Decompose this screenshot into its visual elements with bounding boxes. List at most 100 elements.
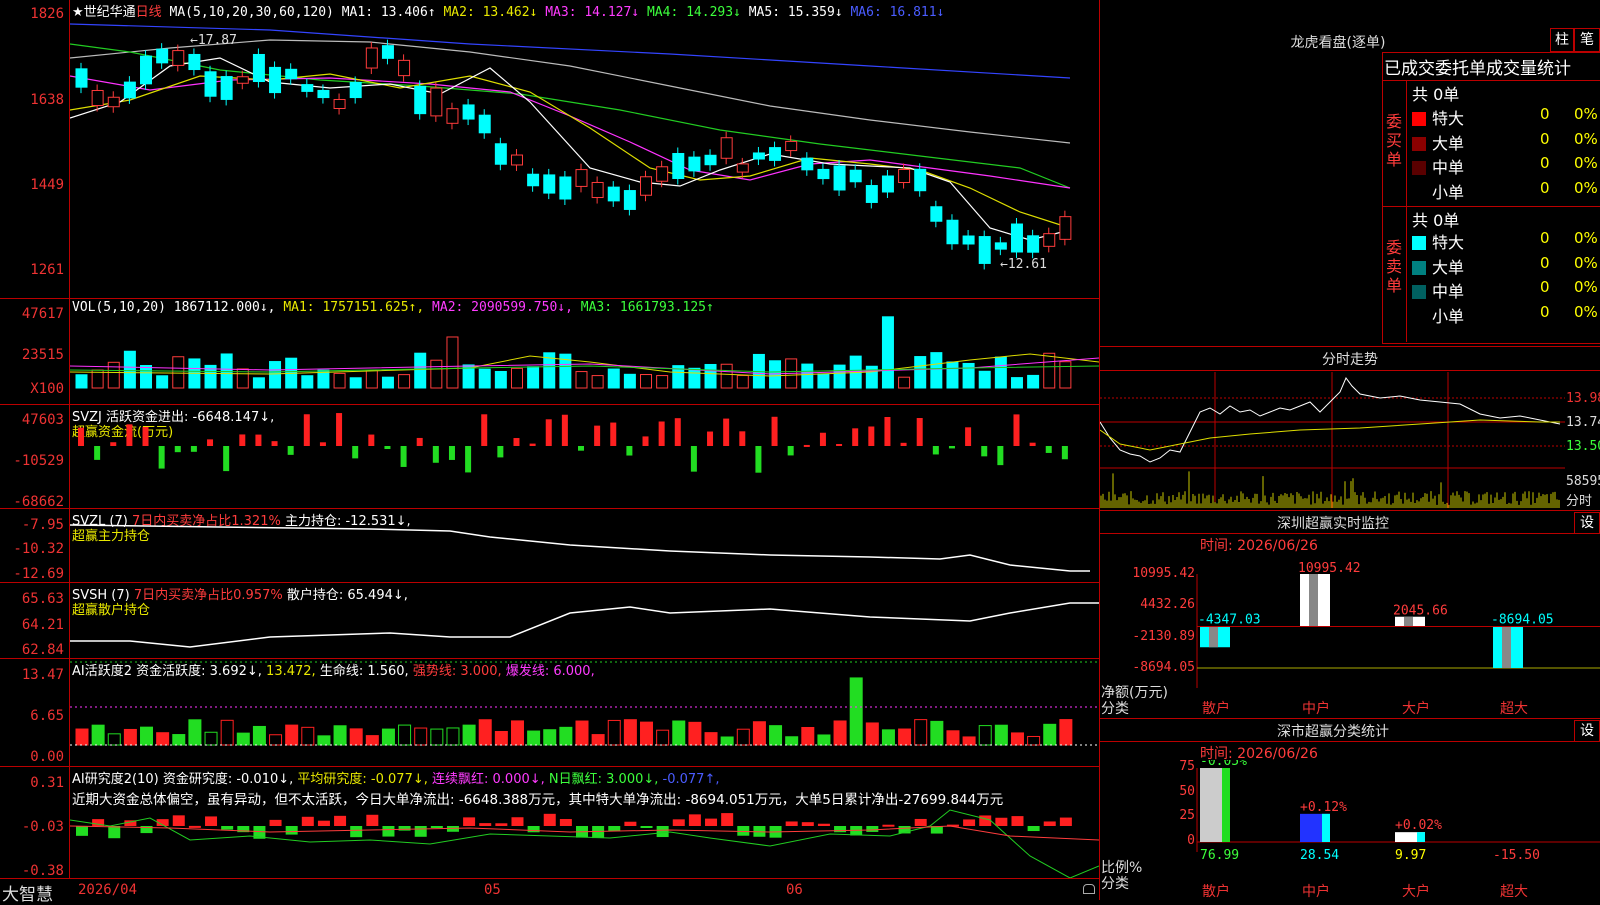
sell-color-swatch	[1412, 309, 1426, 324]
research-bar	[559, 819, 572, 826]
ai-active-bar	[365, 735, 379, 746]
ai-active-chart[interactable]	[70, 659, 1099, 766]
volume-bar	[414, 352, 427, 389]
flow-bar	[513, 438, 520, 446]
sz-class-settings-button[interactable]: 设	[1574, 720, 1600, 742]
flow-bar	[545, 419, 552, 446]
research-bar	[366, 814, 379, 826]
main-holding-line	[70, 524, 1090, 572]
ai-active-bar	[510, 720, 524, 746]
buy-row-pct: 0%	[1574, 154, 1598, 172]
flow-bar	[384, 446, 391, 450]
research-bar	[76, 826, 88, 836]
volume-bar	[398, 374, 411, 389]
research-bar	[1043, 821, 1056, 826]
bar-mode-button[interactable]: 柱	[1550, 28, 1574, 52]
dragon-tiger-title: 龙虎看盘(逐单)	[1290, 35, 1386, 51]
volume-bar	[365, 369, 378, 389]
flow-bar	[852, 428, 859, 446]
candlestick-chart[interactable]: ←17.87 ←12.61	[70, 18, 1099, 296]
ai-active-bar	[994, 724, 1008, 746]
ai-research-axis-label: -0.38	[21, 863, 64, 879]
svzl-axis-label: -7.95	[21, 517, 64, 533]
avg-research-value: 平均研究度: -0.077↓,	[297, 772, 428, 787]
sell-row: 特大	[1412, 229, 1464, 253]
flow-bar	[642, 436, 649, 446]
research-bar	[382, 826, 395, 837]
vol-unit-label: X100	[30, 381, 64, 397]
lock-icon[interactable]	[1083, 884, 1095, 894]
main-holding-chart[interactable]	[70, 509, 1099, 582]
sell-color-swatch	[1412, 260, 1426, 275]
research-bar	[672, 819, 685, 826]
buy-row: 特大	[1412, 105, 1464, 129]
sz-monitor-settings-button[interactable]: 设	[1574, 512, 1600, 534]
candle-body	[107, 96, 120, 108]
right-sidebar: 龙虎看盘(逐单) 柱 笔 已成交委托单成交量统计 委买单 委卖单 共 0单 共 …	[1100, 0, 1600, 900]
research-bar	[801, 822, 814, 826]
candle-body	[317, 89, 330, 99]
flow-bar	[303, 414, 310, 446]
buy-color-swatch	[1412, 112, 1426, 126]
x-axis-label: 05	[484, 882, 501, 898]
chart-area[interactable]: 1826 1638 1449 1261 ★世纪华通日线 MA(5,10,20,3…	[0, 0, 1100, 905]
ai-active-bar	[865, 722, 879, 746]
buy-row: 中单	[1412, 154, 1464, 178]
research-bar	[463, 817, 476, 826]
ai-active-bar	[833, 720, 847, 746]
volume-bar	[75, 374, 88, 389]
sell-color-swatch	[1412, 236, 1426, 250]
candle-body	[623, 190, 636, 210]
money-flow-chart[interactable]	[70, 405, 1099, 508]
buy-row: 小单	[1412, 179, 1464, 203]
ai-active-bar	[801, 726, 815, 746]
sz-monitor-bar-shade	[1309, 574, 1318, 627]
flow-bar	[803, 444, 810, 447]
research-bar	[317, 820, 330, 826]
research-bar	[624, 821, 637, 826]
candle-body	[414, 85, 427, 115]
ai-research-chart[interactable]	[70, 806, 1099, 878]
research-value: 资金研究度: -0.010↓,	[162, 772, 294, 787]
flow-bar	[465, 446, 472, 473]
ai-research-legend: AI研究度2(10) 资金研究度: -0.010↓, 平均研究度: -0.077…	[72, 768, 719, 787]
pen-mode-button[interactable]: 笔	[1574, 28, 1600, 52]
sell-row: 大单	[1412, 254, 1464, 278]
ai-active-bar	[317, 735, 331, 746]
flow-bar	[916, 418, 923, 446]
sell-row-label: 特大	[1432, 233, 1465, 252]
ai-active-bar	[640, 721, 654, 746]
flow-bar	[416, 437, 423, 446]
sz-class-y-label: 25	[1179, 808, 1195, 824]
intraday-y-label: 13.50	[1566, 439, 1600, 454]
intraday-chart[interactable]	[1100, 372, 1565, 508]
ai-active-bar	[381, 728, 395, 746]
research-bar	[1027, 826, 1040, 832]
sz-monitor-y-label: -8694.05	[1132, 660, 1195, 675]
flow-bar	[432, 446, 439, 463]
research-bar	[188, 825, 201, 828]
research-bar	[301, 816, 314, 826]
high-price-note: ←17.87	[190, 33, 237, 48]
candle-body	[752, 152, 765, 160]
buy-row-pct: 0%	[1574, 178, 1598, 197]
volume-bar	[494, 370, 507, 389]
flow-bar	[1045, 446, 1052, 453]
flow-bar	[771, 416, 778, 446]
sz-monitor-cat: 散户	[1202, 701, 1230, 717]
candle-body	[898, 168, 911, 184]
flow-bar	[948, 446, 955, 449]
retail-holding-chart[interactable]	[70, 583, 1099, 658]
ai-active-bar	[704, 732, 718, 746]
continuous-red-value: 连续飘红: 0.000↓,	[432, 772, 545, 787]
volume-bar	[914, 356, 927, 389]
flow-bar	[932, 446, 939, 455]
buy-color-swatch	[1412, 161, 1426, 175]
volume-bar	[446, 336, 459, 389]
ma5-line	[70, 39, 1071, 144]
brand-logo[interactable]: 大智慧	[2, 880, 53, 905]
sell-color-swatch	[1412, 285, 1426, 299]
svsh-axis-label: 65.63	[21, 591, 64, 607]
volume-chart[interactable]	[70, 310, 1099, 403]
ai-active-bar	[75, 728, 89, 746]
